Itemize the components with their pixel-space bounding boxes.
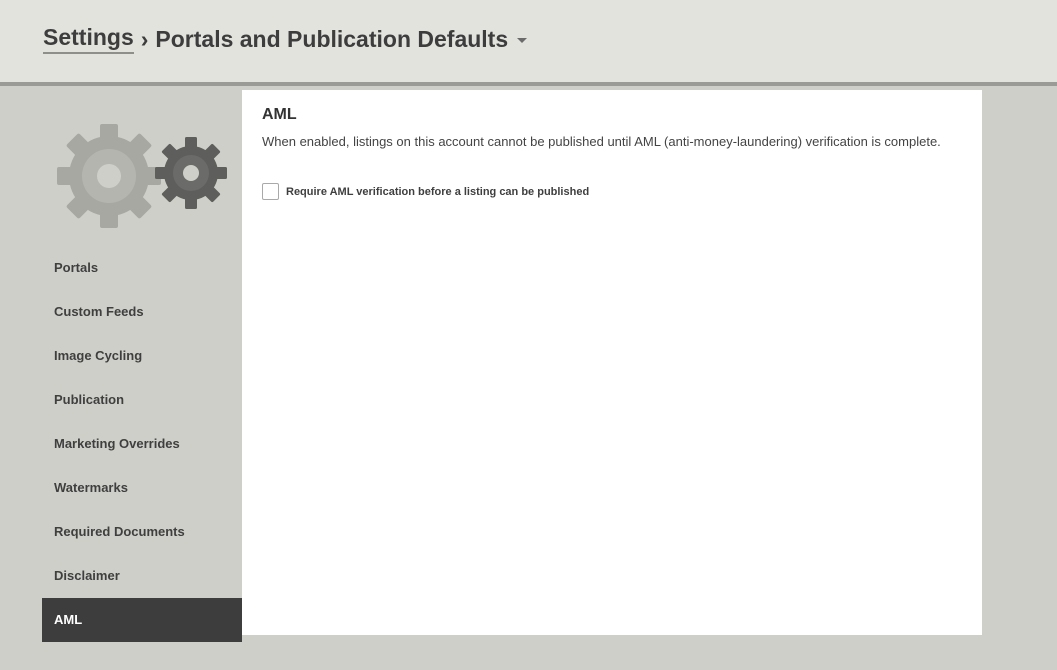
breadcrumb: Settings › Portals and Publication Defau…	[43, 24, 528, 54]
sidebar-item-custom-feeds[interactable]: Custom Feeds	[42, 290, 242, 334]
aml-verification-checkbox[interactable]	[262, 183, 279, 200]
sidebar-item-publication[interactable]: Publication	[42, 378, 242, 422]
sidebar-item-watermarks[interactable]: Watermarks	[42, 466, 242, 510]
settings-sidebar: Portals Custom Feeds Image Cycling Publi…	[42, 90, 242, 642]
page-header: Settings › Portals and Publication Defau…	[0, 0, 1057, 86]
breadcrumb-settings-link[interactable]: Settings	[43, 24, 134, 54]
gears-icon	[57, 124, 227, 228]
sidebar-item-aml[interactable]: AML	[42, 598, 242, 642]
aml-settings-panel: AML When enabled, listings on this accou…	[242, 90, 982, 635]
page-title: Portals and Publication Defaults	[155, 25, 509, 52]
breadcrumb-separator: ›	[140, 25, 149, 52]
large-gear-icon	[57, 124, 161, 228]
chevron-down-icon[interactable]	[517, 37, 528, 43]
section-description: When enabled, listings on this account c…	[262, 134, 941, 149]
sidebar-item-marketing-overrides[interactable]: Marketing Overrides	[42, 422, 242, 466]
sidebar-item-disclaimer[interactable]: Disclaimer	[42, 554, 242, 598]
section-title: AML	[262, 106, 297, 123]
settings-nav: Portals Custom Feeds Image Cycling Publi…	[42, 246, 242, 642]
sidebar-item-portals[interactable]: Portals	[42, 246, 242, 290]
sidebar-item-required-documents[interactable]: Required Documents	[42, 510, 242, 554]
small-gear-icon	[155, 137, 227, 209]
aml-verification-option[interactable]: Require AML verification before a listin…	[262, 183, 589, 200]
sidebar-item-image-cycling[interactable]: Image Cycling	[42, 334, 242, 378]
aml-verification-label[interactable]: Require AML verification before a listin…	[286, 186, 589, 198]
